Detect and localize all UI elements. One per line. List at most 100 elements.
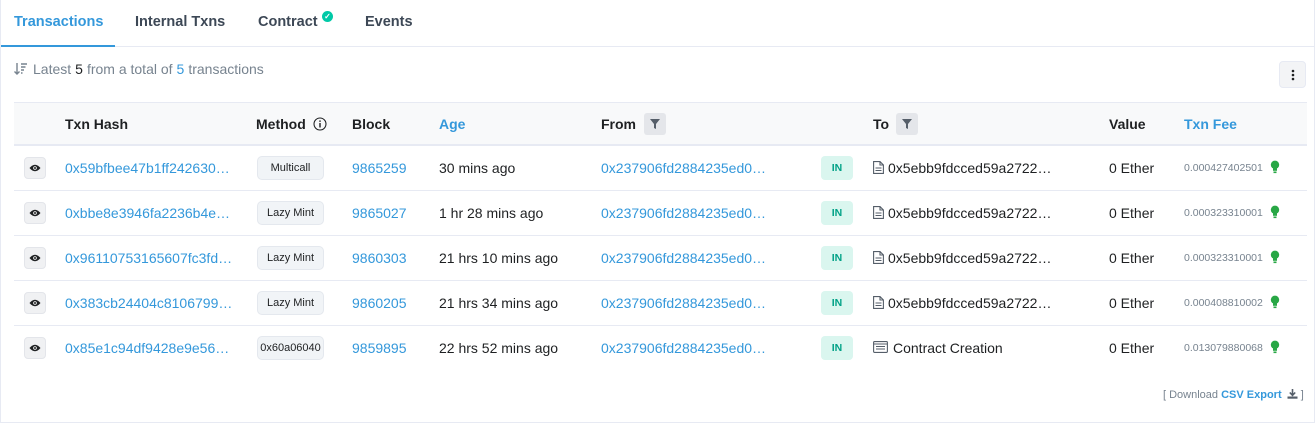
from-address-link[interactable]: 0x237906fd2884235ed0… (601, 281, 766, 325)
check-circle-icon: ✓ (322, 11, 333, 22)
txn-hash-link[interactable]: 0x59bfbee47b1ff242630… (65, 146, 230, 190)
from-address-link[interactable]: 0x237906fd2884235ed0… (601, 326, 766, 370)
tab-bar: Transactions Internal Txns Contract ✓ Ev… (1, 0, 1315, 47)
view-details-button[interactable] (24, 292, 46, 314)
age-text: 21 hrs 34 mins ago (439, 295, 559, 311)
direction-badge: IN (821, 201, 853, 225)
block-link[interactable]: 9860205 (352, 281, 407, 325)
file-icon (873, 206, 884, 219)
summary-latest-count: 5 (75, 61, 83, 77)
value-text: 0 Ether (1109, 340, 1155, 356)
info-circle-icon[interactable] (313, 117, 327, 131)
header-txn-fee[interactable]: Txn Fee (1184, 103, 1237, 145)
to-address-link[interactable]: 0x5ebb9fdcced59a2722… (888, 236, 1051, 280)
direction-badge: IN (821, 156, 853, 180)
filter-icon (650, 119, 660, 129)
from-address-link[interactable]: 0x237906fd2884235ed0… (601, 236, 766, 280)
view-details-button[interactable] (24, 247, 46, 269)
eye-icon (29, 254, 41, 262)
tab-contract[interactable]: Contract (258, 0, 318, 47)
table-header: Txn Hash Method Block Age From To Value … (14, 102, 1307, 146)
lightbulb-icon[interactable] (1270, 340, 1280, 354)
file-icon (873, 296, 884, 309)
summary-prefix: Latest (33, 61, 72, 77)
summary-total-count[interactable]: 5 (177, 61, 185, 77)
block-link[interactable]: 9865027 (352, 191, 407, 235)
table-row: 0xbbe8e3946fa2236b4e… Lazy Mint 9865027 … (14, 191, 1307, 236)
eye-icon (29, 164, 41, 172)
summary-suffix: transactions (188, 61, 264, 77)
download-icon[interactable] (1287, 389, 1298, 399)
tab-transactions[interactable]: Transactions (1, 0, 115, 47)
vertical-ellipsis-icon (1291, 69, 1294, 80)
view-details-button[interactable] (24, 202, 46, 224)
value-text: 0 Ether (1109, 160, 1155, 176)
from-address-link[interactable]: 0x237906fd2884235ed0… (601, 191, 766, 235)
method-badge: Multicall (257, 156, 324, 180)
download-footer: [ Download CSV Export ] (1163, 389, 1304, 401)
transactions-card: Transactions Internal Txns Contract ✓ Ev… (0, 0, 1315, 423)
header-txn-hash: Txn Hash (65, 116, 129, 132)
download-open-text: [ Download (1163, 389, 1219, 401)
txn-hash-link[interactable]: 0xbbe8e3946fa2236b4e… (65, 191, 230, 235)
contract-creation-icon (873, 341, 888, 353)
header-from: From (601, 116, 636, 132)
header-value: Value (1109, 116, 1146, 132)
value-text: 0 Ether (1109, 205, 1155, 221)
lightbulb-icon[interactable] (1270, 160, 1280, 174)
file-icon (873, 251, 884, 264)
lightbulb-icon[interactable] (1270, 250, 1280, 264)
value-text: 0 Ether (1109, 295, 1155, 311)
age-text: 22 hrs 52 mins ago (439, 340, 559, 356)
txn-fee-text: 0.000408810002 (1184, 297, 1263, 309)
file-icon (873, 161, 884, 174)
table-row: 0x383cb24404c8106799… Lazy Mint 9860205 … (14, 281, 1307, 326)
to-address-link[interactable]: 0x5ebb9fdcced59a2722… (888, 191, 1051, 235)
block-link[interactable]: 9860303 (352, 236, 407, 280)
header-method: Method (256, 116, 306, 132)
block-link[interactable]: 9859895 (352, 326, 407, 370)
age-text: 1 hr 28 mins ago (439, 205, 544, 221)
txn-hash-link[interactable]: 0x96110753165607fc3fd… (65, 236, 232, 280)
direction-badge: IN (821, 291, 853, 315)
age-text: 30 mins ago (439, 160, 516, 176)
tab-internal-txns[interactable]: Internal Txns (135, 0, 225, 47)
txn-fee-text: 0.000323310001 (1184, 252, 1263, 264)
contract-creation-text: Contract Creation (893, 340, 1003, 356)
table-row: 0x85e1c94df9428e9e56… 0x60a06040 9859895… (14, 326, 1307, 371)
lightbulb-icon[interactable] (1270, 295, 1280, 309)
block-link[interactable]: 9865259 (352, 146, 407, 190)
from-address-link[interactable]: 0x237906fd2884235ed0… (601, 146, 766, 190)
filter-icon (902, 119, 912, 129)
to-address-link[interactable]: 0x5ebb9fdcced59a2722… (888, 281, 1051, 325)
txn-fee-text: 0.013079880068 (1184, 342, 1263, 354)
download-close-text: ] (1300, 389, 1304, 401)
view-details-button[interactable] (24, 337, 46, 359)
table-row: 0x96110753165607fc3fd… Lazy Mint 9860303… (14, 236, 1307, 281)
view-details-button[interactable] (24, 157, 46, 179)
header-age[interactable]: Age (439, 103, 465, 145)
age-text: 21 hrs 10 mins ago (439, 250, 559, 266)
method-badge: Lazy Mint (257, 246, 324, 270)
txn-hash-link[interactable]: 0x383cb24404c8106799… (65, 281, 232, 325)
csv-export-link[interactable]: CSV Export (1221, 389, 1282, 401)
eye-icon (29, 344, 41, 352)
transactions-summary: Latest 5 from a total of 5 transactions (14, 61, 264, 77)
method-badge: Lazy Mint (257, 201, 324, 225)
summary-middle: from a total of (86, 61, 173, 77)
eye-icon (29, 209, 41, 217)
tab-events[interactable]: Events (365, 0, 413, 47)
more-options-button[interactable] (1279, 61, 1306, 88)
txn-hash-link[interactable]: 0x85e1c94df9428e9e56… (65, 326, 229, 370)
header-block: Block (352, 116, 391, 132)
to-filter-button[interactable] (896, 113, 918, 135)
eye-icon (29, 299, 41, 307)
from-filter-button[interactable] (644, 113, 666, 135)
sort-amount-down-icon (14, 63, 27, 75)
lightbulb-icon[interactable] (1270, 205, 1280, 219)
header-to: To (873, 116, 890, 132)
direction-badge: IN (821, 336, 853, 360)
table-row: 0x59bfbee47b1ff242630… Multicall 9865259… (14, 146, 1307, 191)
to-address-link[interactable]: 0x5ebb9fdcced59a2722… (888, 146, 1051, 190)
method-badge: Lazy Mint (257, 291, 324, 315)
